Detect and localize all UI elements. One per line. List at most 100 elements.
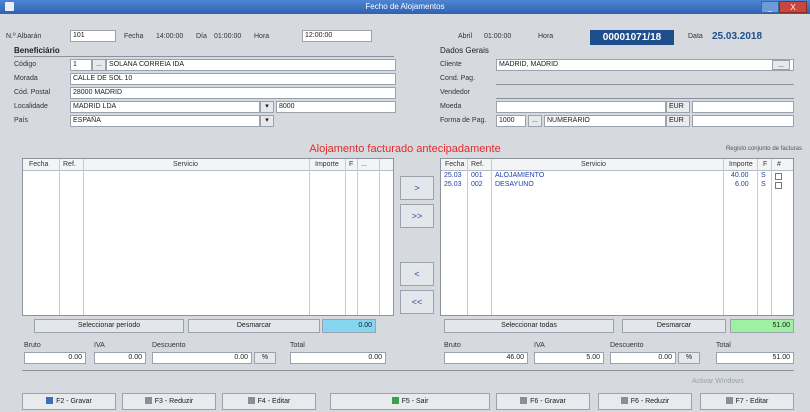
payment-form-lookup-button[interactable]: ... (528, 115, 542, 127)
cell-importe: 6.00 (735, 181, 749, 188)
locality-label: Localidade (14, 103, 48, 110)
grid-header: Fecha Ref. Servicio Importe F # (441, 159, 793, 171)
reduce-right-button[interactable]: F6 - Reduzir (598, 393, 692, 410)
save-right-button-label: F6 - Gravar (530, 398, 566, 405)
right-total-value: 51.00 (730, 319, 794, 333)
cell-importe: 40.00 (731, 172, 749, 179)
cell-f: S (761, 172, 766, 179)
col-divider (345, 159, 346, 315)
right-total-label: Total (716, 342, 731, 349)
beneficiary-group-title: Beneficiário (14, 46, 60, 55)
albaran-field[interactable]: 101 (70, 30, 116, 42)
select-all-button[interactable]: Seleccionar todas (444, 319, 614, 333)
currency-field[interactable] (496, 101, 666, 113)
col-servicio: Servicio (173, 161, 198, 168)
edit-right-button-label: F7 - Editar (735, 398, 769, 405)
reduce-button-label: F3 - Reduzir (154, 398, 194, 405)
left-discount-label: Descuento (152, 342, 186, 349)
row-checkbox[interactable] (775, 182, 782, 189)
address-label: Morada (14, 75, 38, 82)
beneficiary-name-field[interactable]: SOLANA CORREIA IDA (106, 59, 396, 71)
row-checkbox[interactable] (775, 173, 782, 180)
right-discount-label: Descuento (610, 342, 644, 349)
exit-icon (391, 397, 399, 404)
left-total-label: Total (290, 342, 305, 349)
locality-code-field[interactable]: 8000 (276, 101, 396, 113)
currency-label: Moeda (440, 103, 462, 110)
edit-right-button[interactable]: F7 - Editar (700, 393, 794, 410)
document-date: 25.03.2018 (712, 31, 763, 42)
move-all-left-button[interactable]: << (400, 290, 434, 314)
payment-form-code[interactable]: 1000 (496, 115, 526, 127)
time-field[interactable]: 12:00:00 (302, 30, 372, 42)
table-row[interactable]: 25.03 002 DESAYUNO 6.00 S (441, 181, 793, 190)
exit-button[interactable]: F5 - Sair (330, 393, 490, 410)
save-icon (520, 397, 528, 404)
cell-ref: 002 (471, 181, 483, 188)
right-discount-button[interactable]: % (678, 352, 700, 364)
minimize-button[interactable]: _ (761, 1, 779, 13)
code-field[interactable]: 1 (70, 59, 92, 71)
unmark-left-button[interactable]: Desmarcar (188, 319, 320, 333)
edit-icon (247, 397, 255, 404)
payment-form-name[interactable]: NUMERÁRIO (544, 115, 666, 127)
col-f: F (763, 161, 768, 168)
left-gross-label: Bruto (24, 342, 41, 349)
edit-button[interactable]: F4 - Editar (222, 393, 316, 410)
top-label-4: 01:00:00 (214, 33, 242, 40)
right-tax-field: 5.00 (534, 352, 604, 364)
client-field[interactable]: MADRID, MADRID (496, 59, 794, 71)
top-label-7: Abril (458, 33, 473, 40)
currency-extra-field[interactable] (692, 101, 794, 113)
payment-currency-code: EUR (666, 115, 690, 127)
move-right-button[interactable]: > (400, 176, 434, 200)
right-tax-label: IVA (534, 342, 545, 349)
selected-services-grid[interactable]: Fecha Ref. Servicio Importe F # 25.03 00… (440, 158, 794, 316)
window-title: Fecho de Alojamentos (365, 2, 445, 11)
payment-form-label: Forma de Pag. (440, 117, 487, 124)
code-lookup-button[interactable]: ... (92, 59, 106, 71)
cell-f: S (761, 181, 766, 188)
address-field[interactable]: CALLE DE SOL 10 (70, 73, 396, 85)
top-label-1: Fecha (124, 33, 144, 40)
payment-cond-label: Cond. Pag. (440, 75, 476, 82)
right-gross-field: 46.00 (444, 352, 528, 364)
save-right-button[interactable]: F6 - Gravar (496, 393, 590, 410)
available-services-grid[interactable]: Fecha Ref. Servicio Importe F ... (22, 158, 394, 316)
col-ref: Ref. (471, 161, 484, 168)
col-divider (379, 159, 380, 315)
title-bar: Fecho de Alojamentos _ X (0, 0, 810, 14)
unmark-right-button[interactable]: Desmarcar (622, 319, 726, 333)
save-button[interactable]: F2 - Gravar (22, 393, 116, 410)
top-label-3: Día (196, 33, 207, 40)
col-importe: Importe (315, 161, 339, 168)
move-all-right-button[interactable]: >> (400, 204, 434, 228)
left-discount-button[interactable]: % (254, 352, 276, 364)
edit-button-label: F4 - Editar (257, 398, 291, 405)
cell-fecha: 25.03 (444, 172, 462, 179)
client-lookup-button[interactable]: ... (772, 60, 790, 70)
country-dropdown-button[interactable]: ▾ (260, 115, 274, 127)
activation-watermark: Activar Windows (692, 378, 744, 385)
seller-label: Vendedor (440, 89, 470, 96)
cell-servicio: ALOJAMIENTO (495, 172, 545, 179)
postal-field[interactable]: 28000 MADRID (70, 87, 396, 99)
col-extra: ... (361, 161, 367, 168)
col-servicio: Servicio (581, 161, 606, 168)
country-field[interactable]: ESPAÑA (70, 115, 260, 127)
document-number: 00001071/18 (590, 30, 674, 45)
cell-fecha: 25.03 (444, 181, 462, 188)
general-data-group-title: Dados Gerais (440, 46, 489, 55)
move-left-button[interactable]: < (400, 262, 434, 286)
postal-label: Cód. Postal (14, 89, 51, 96)
locality-dropdown-button[interactable]: ▾ (260, 101, 274, 113)
reduce-button[interactable]: F3 - Reduzir (122, 393, 216, 410)
select-period-button[interactable]: Seleccionar período (34, 319, 184, 333)
close-button[interactable]: X (779, 1, 807, 13)
payment-extra-field[interactable] (692, 115, 794, 127)
code-label: Código (14, 61, 37, 68)
locality-field[interactable]: MADRID LDA (70, 101, 260, 113)
table-row[interactable]: 25.03 001 ALOJAMIENTO 40.00 S (441, 172, 793, 181)
col-fecha: Fecha (29, 161, 49, 168)
left-tax-field: 0.00 (94, 352, 146, 364)
